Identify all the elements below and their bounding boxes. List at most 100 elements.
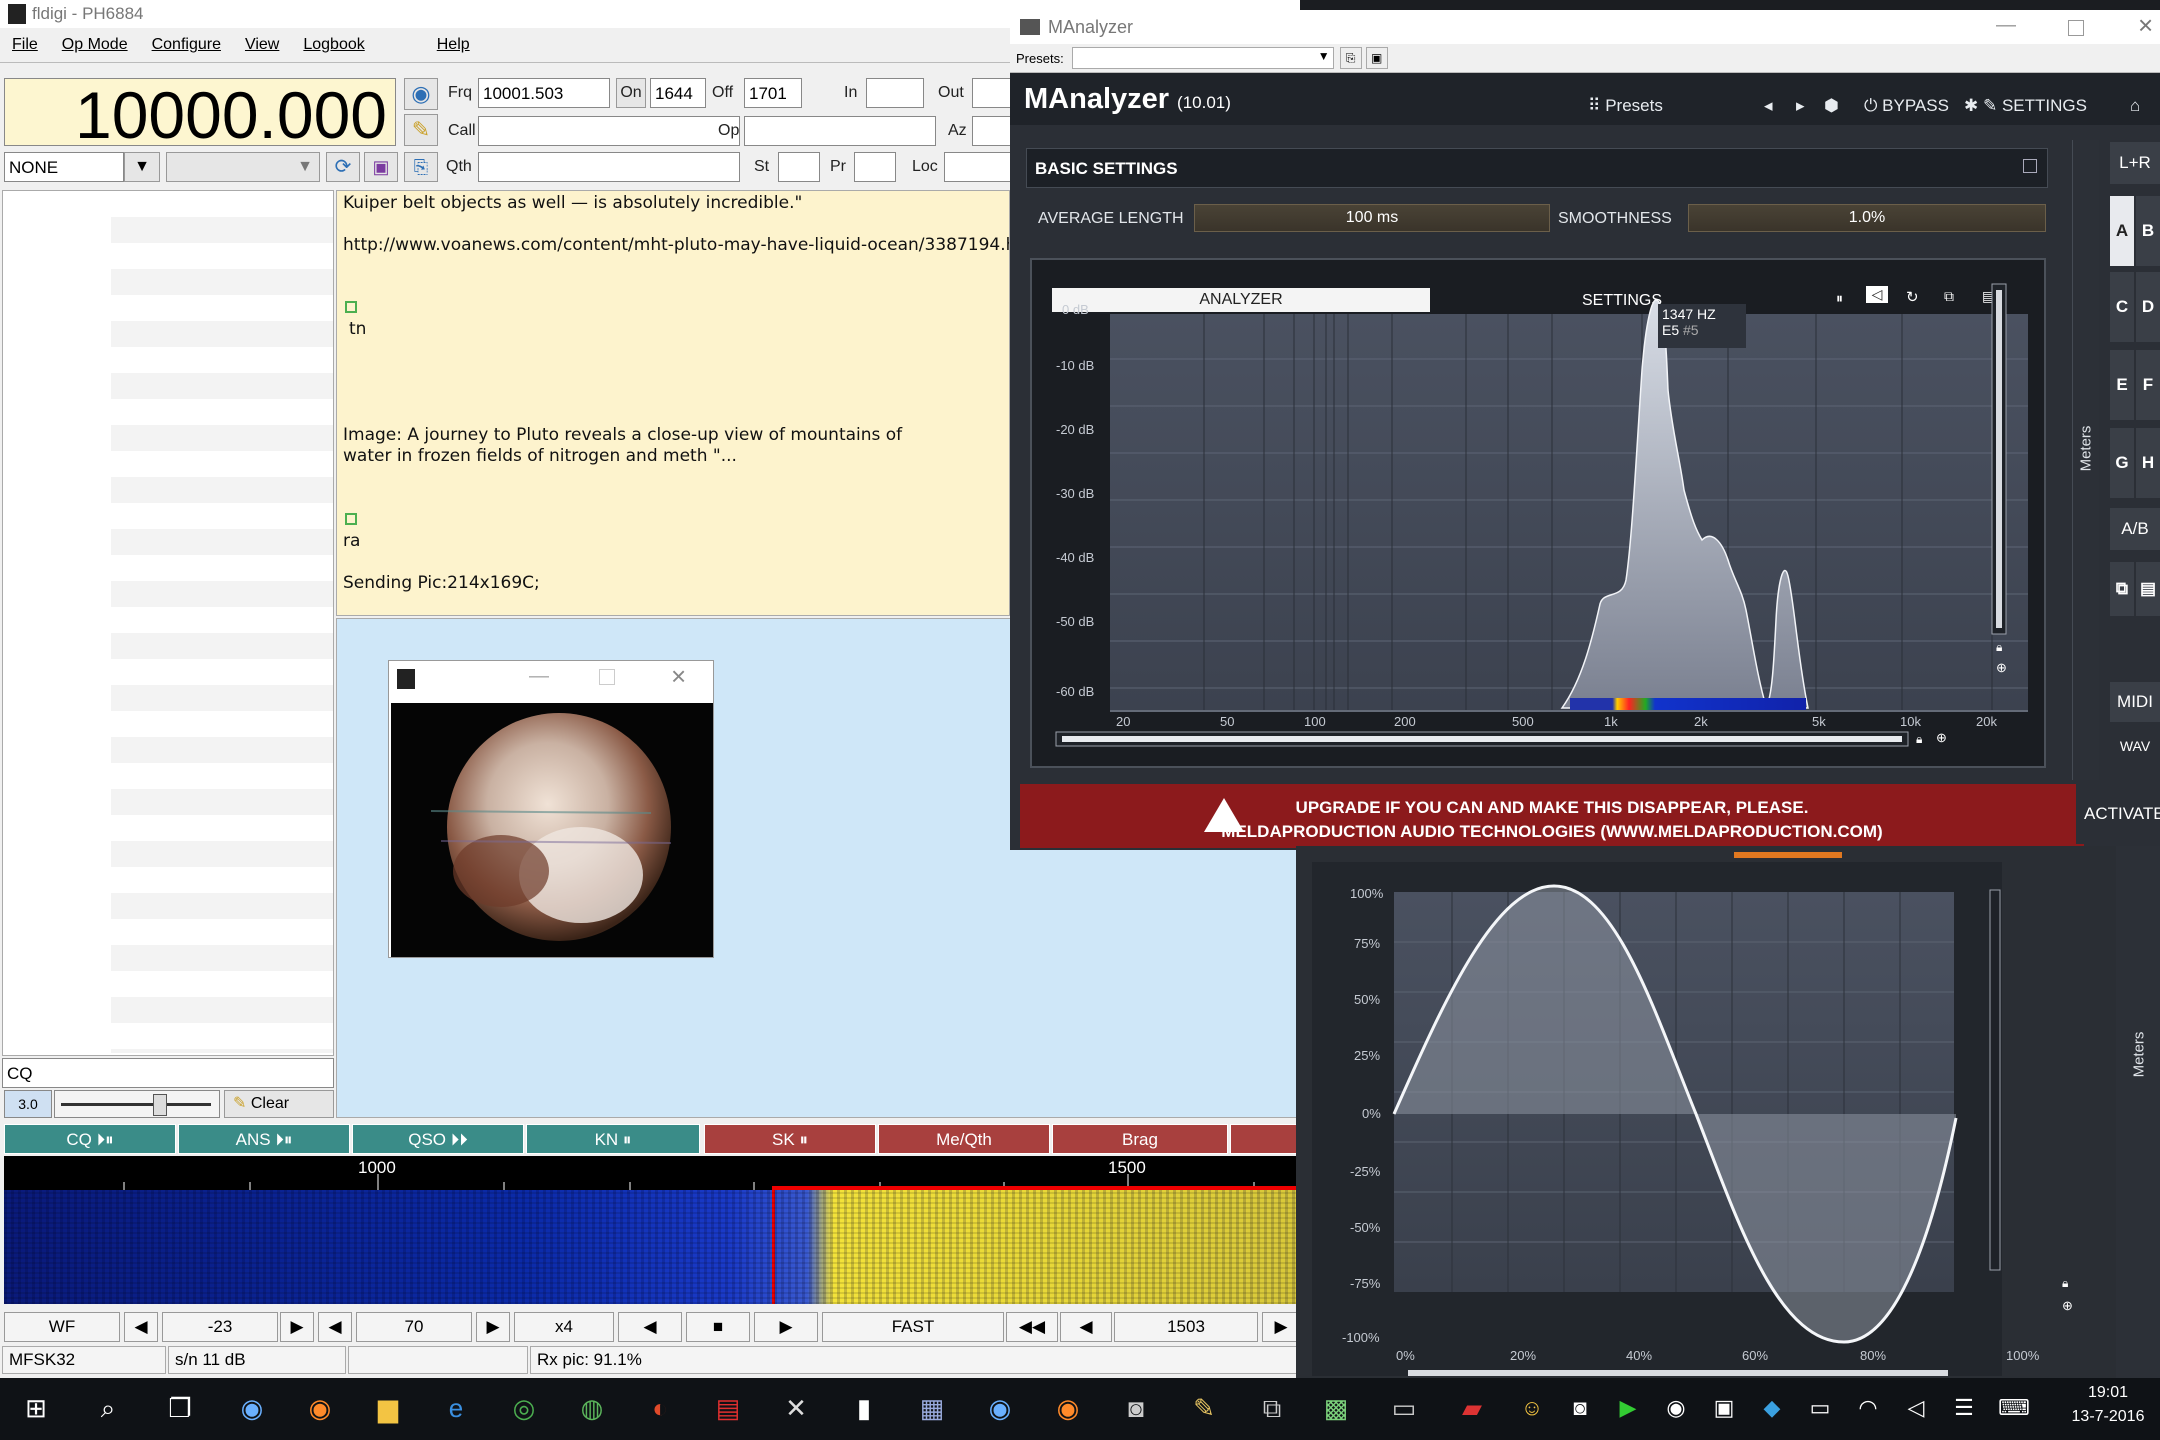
frq-field[interactable]: 10001.503 [478, 78, 610, 108]
qth-field[interactable] [478, 152, 740, 182]
open-preset-icon[interactable]: ⎘ [1339, 47, 1362, 69]
fast-rewind-icon[interactable]: ◀◀ [1006, 1312, 1058, 1342]
squelch-slider[interactable] [54, 1090, 220, 1118]
status-mode[interactable]: MFSK32 [2, 1346, 166, 1374]
red-tool-icon[interactable]: ▰ [1452, 1388, 1492, 1428]
cq-field[interactable]: CQ [2, 1058, 334, 1088]
menu-configure[interactable]: Configure [152, 36, 221, 54]
average-length-slider[interactable]: 100 ms [1194, 204, 1550, 232]
frequency-display[interactable]: 10000.000 [4, 78, 396, 152]
home-icon[interactable]: ⌂ [2130, 96, 2140, 116]
carrier-value[interactable]: 1503 [1114, 1312, 1258, 1342]
battery-icon[interactable]: ▭ [1800, 1388, 1840, 1428]
wav-button[interactable]: WAV [2110, 726, 2160, 766]
log-icon[interactable]: ▣ [364, 152, 398, 182]
off-field[interactable]: 1701 [744, 78, 802, 108]
slot-e-button[interactable]: E [2110, 350, 2134, 420]
on-field[interactable]: 1644 [650, 78, 706, 108]
wf-mode-button[interactable]: WF [4, 1312, 120, 1342]
pen-app-icon[interactable]: ✎ [1184, 1388, 1224, 1428]
sstv-icon[interactable]: ▦ [912, 1388, 952, 1428]
close-icon[interactable]: × [2138, 10, 2153, 41]
macro-kn-button[interactable]: KN ⏸ [526, 1124, 700, 1154]
meldaproduction-icon[interactable]: ▩ [1316, 1388, 1356, 1428]
menu-help[interactable]: Help [437, 36, 470, 54]
st-field[interactable] [778, 152, 820, 182]
save-preset-icon[interactable]: ▣ [1365, 47, 1388, 69]
tray-shield-icon[interactable]: ◆ [1752, 1388, 1792, 1428]
rig-globe-button[interactable]: ◉ [404, 78, 438, 110]
zoom-h-icon[interactable]: ⊕ [1936, 730, 1947, 746]
thunderbird-icon[interactable]: ◉ [232, 1388, 272, 1428]
minimize-icon[interactable]: — [1996, 14, 2016, 37]
randomize-icon[interactable]: ⬢ [1824, 96, 1839, 116]
channel-lr-button[interactable]: L+R [2110, 142, 2160, 184]
notifications-icon[interactable]: ☰ [1944, 1388, 1984, 1428]
maximize-icon[interactable] [599, 669, 615, 685]
search-icon[interactable]: ⌕ [88, 1388, 128, 1428]
activate-button[interactable]: ACTIVATE [2076, 784, 2160, 844]
ab-button[interactable]: A/B [2110, 508, 2160, 550]
slot-c-button[interactable]: C [2110, 272, 2134, 342]
signal-browser[interactable] [2, 190, 334, 1056]
picture-window[interactable]: — × [388, 660, 714, 958]
macro-brag-button[interactable]: Brag [1052, 1124, 1228, 1154]
thunderbird-2-icon[interactable]: ◉ [980, 1388, 1020, 1428]
speed-button[interactable]: FAST [822, 1312, 1004, 1342]
scroll-right-icon[interactable]: ▶ [754, 1312, 818, 1342]
lock-h-icon[interactable]: 🔒︎ [1916, 732, 1922, 747]
call-field[interactable] [478, 116, 740, 146]
meter-app-icon[interactable]: ◙ [1116, 1388, 1156, 1428]
edge-icon[interactable]: e [436, 1388, 476, 1428]
carrier-up-icon[interactable]: ▶ [1262, 1312, 1300, 1342]
host-presets-select[interactable]: ▼ [1071, 47, 1334, 69]
antenna-app-icon[interactable]: ✕ [776, 1388, 816, 1428]
menu-file[interactable]: File [12, 36, 38, 54]
lock-icon[interactable]: 🔒︎ [1996, 640, 2002, 655]
osc-zoom-icon[interactable]: ⊕ [2062, 1298, 2073, 1314]
on-button[interactable]: On [616, 78, 646, 108]
level-value[interactable]: -23 [162, 1312, 278, 1342]
save-qso-icon[interactable]: ⎘ [404, 152, 438, 182]
terminal-icon[interactable]: ▭ [1384, 1388, 1424, 1428]
clock[interactable]: 19:01 13-7-2016 [2060, 1384, 2156, 1426]
refresh-icon[interactable]: ⟳ [326, 152, 360, 182]
firefox-2-icon[interactable]: ◉ [1048, 1388, 1088, 1428]
macro-ans-button[interactable]: ANS ⏵⏸ [178, 1124, 350, 1154]
upgrade-banner[interactable]: UPGRADE IF YOU CAN AND MAKE THIS DISAPPE… [1020, 784, 2084, 848]
close-icon[interactable]: × [671, 661, 686, 692]
fldigi-taskbar-icon[interactable]: ▮ [844, 1388, 884, 1428]
tray-app-1-icon[interactable]: ☺ [1512, 1388, 1552, 1428]
midi-button[interactable]: MIDI [2110, 682, 2160, 722]
macro-next-button[interactable] [1230, 1124, 1300, 1154]
collapse-icon[interactable] [2023, 159, 2037, 173]
osc-lock-icon[interactable]: 🔒︎ [2062, 1276, 2068, 1291]
slot-b-button[interactable]: B [2136, 196, 2160, 266]
range-down-icon[interactable]: ◀ [318, 1312, 352, 1342]
squelch-slider-thumb[interactable] [153, 1094, 167, 1116]
slot-g-button[interactable]: G [2110, 428, 2134, 498]
maximize-icon[interactable] [2068, 20, 2084, 36]
slot-a-button[interactable]: A [2110, 196, 2134, 266]
keyboard-icon[interactable]: ⌨ [1994, 1388, 2034, 1428]
level-down-icon[interactable]: ◀ [124, 1312, 158, 1342]
file-explorer-icon[interactable]: ▆ [368, 1388, 408, 1428]
prev-preset-icon[interactable]: ◂ [1764, 96, 1773, 116]
smoothness-slider[interactable]: 1.0% [1688, 204, 2046, 232]
tray-app-4-icon[interactable]: ▣ [1704, 1388, 1744, 1428]
zoom-icon[interactable]: ⊕ [1996, 660, 2007, 676]
macro-meqth-button[interactable]: Me/Qth [878, 1124, 1050, 1154]
globe-app-icon[interactable]: ◍ [572, 1388, 612, 1428]
start-windows-icon[interactable]: ⊞ [16, 1388, 56, 1428]
clear-log-button[interactable]: ✎ [404, 114, 438, 146]
spectrum-graph[interactable] [1032, 260, 2044, 766]
macro-cq-button[interactable]: CQ ⏵⏸ [4, 1124, 176, 1154]
network-app-icon[interactable]: ⧉ [1252, 1388, 1292, 1428]
level-up-icon[interactable]: ▶ [280, 1312, 314, 1342]
plugin-settings-button[interactable]: ✱ ✎ SETTINGS [1964, 96, 2087, 116]
scroll-left-icon[interactable]: ◀ [618, 1312, 682, 1342]
ccleaner-icon[interactable]: ◐ [640, 1388, 680, 1428]
menu-opmode[interactable]: Op Mode [62, 36, 128, 54]
range-value[interactable]: 70 [356, 1312, 472, 1342]
slot-h-button[interactable]: H [2136, 428, 2160, 498]
